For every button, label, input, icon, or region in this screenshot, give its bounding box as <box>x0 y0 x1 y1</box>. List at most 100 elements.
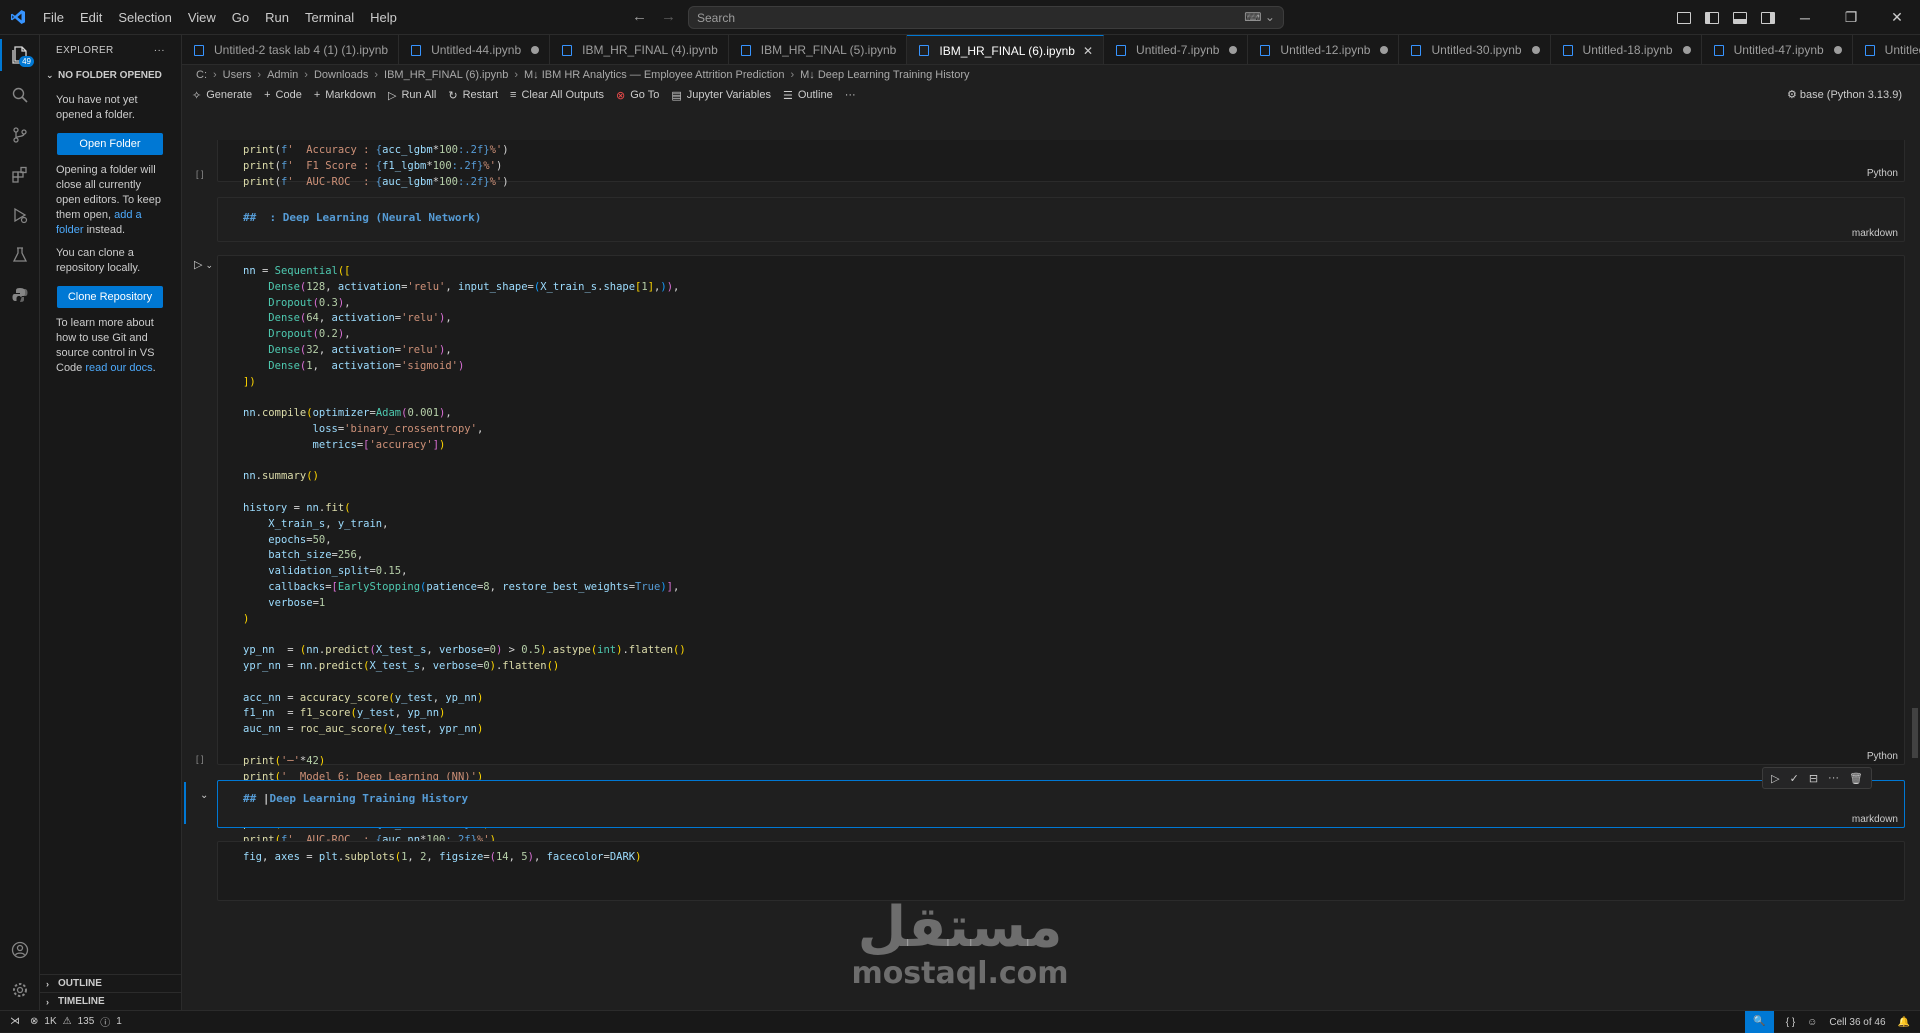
clone-repository-button[interactable]: Clone Repository <box>57 286 163 308</box>
read-docs-link[interactable]: read our docs <box>85 362 152 374</box>
copilot-chat-icon[interactable]: ⌨ ⌄ <box>1244 10 1275 24</box>
breadcrumb-item[interactable]: Admin <box>267 69 298 81</box>
tab-6[interactable]: Untitled-12.ipynb <box>1248 35 1400 64</box>
collapse-chevron-icon[interactable]: ⌄ <box>200 790 208 801</box>
tab-9[interactable]: Untitled-47.ipynb <box>1702 35 1853 64</box>
split-cell-icon[interactable]: ⊟ <box>1809 772 1818 785</box>
tab-0[interactable]: Untitled-2 task lab 4 (1) (1).ipynb <box>182 35 400 64</box>
unsaved-dot-icon[interactable] <box>1531 46 1540 54</box>
menu-edit[interactable]: Edit <box>72 0 110 35</box>
problems-indicator[interactable]: ⊗ 1K ⚠ 135 ⓘ 1 <box>30 1014 122 1029</box>
menu-view[interactable]: View <box>180 0 224 35</box>
watermark-arabic: مستقل <box>857 895 1063 960</box>
code-editor[interactable]: nn = Sequential([ Dense(128, activation=… <box>243 264 686 848</box>
kernel-picker[interactable]: ⚙ base (Python 3.13.9) <box>1787 88 1902 101</box>
close-tab-icon[interactable]: ✕ <box>1083 44 1093 58</box>
cell-language[interactable]: markdown <box>1852 228 1898 239</box>
close-window-button[interactable]: ✕ <box>1874 9 1920 26</box>
run-debug-icon[interactable] <box>0 195 40 235</box>
tab-7[interactable]: Untitled-30.ipynb <box>1399 35 1551 64</box>
menu-file[interactable]: File <box>35 0 72 35</box>
braces-icon[interactable]: { } <box>1786 1017 1795 1028</box>
unsaved-dot-icon[interactable] <box>1380 46 1389 54</box>
customize-layout-icon[interactable] <box>1677 11 1691 24</box>
tab-5[interactable]: Untitled-7.ipynb <box>1104 35 1249 64</box>
markdown-source[interactable]: ## |Deep Learning Training History <box>243 792 468 805</box>
menu-help[interactable]: Help <box>362 0 405 35</box>
tab-3[interactable]: IBM_HR_FINAL (5).ipynb <box>729 35 908 64</box>
code-cell[interactable]: fig, axes = plt.subplots(1, 2, figsize=(… <box>217 841 1905 901</box>
go-to-button[interactable]: ⊗ Go To <box>616 89 659 102</box>
account-icon[interactable] <box>0 930 40 970</box>
minimize-button[interactable]: ─ <box>1782 10 1828 26</box>
code-cell[interactable]: nn = Sequential([ Dense(128, activation=… <box>217 255 1905 846</box>
markdown-cell[interactable]: ## : Deep Learning (Neural Network) mark… <box>217 197 1905 242</box>
back-arrow-icon[interactable]: ← <box>632 8 647 25</box>
unsaved-dot-icon[interactable] <box>531 46 540 54</box>
tab-10[interactable]: Untitled-33.ipynb <box>1853 35 1920 64</box>
explorer-more-icon[interactable]: ··· <box>154 45 165 56</box>
check-icon[interactable]: ✓ <box>1790 772 1799 785</box>
breadcrumb-item[interactable]: Downloads <box>314 69 368 81</box>
tab-1[interactable]: Untitled-44.ipynb <box>399 35 551 64</box>
open-folder-button[interactable]: Open Folder <box>57 133 163 155</box>
menu-terminal[interactable]: Terminal <box>297 0 362 35</box>
remote-icon[interactable]: ⋊ <box>0 1016 30 1027</box>
copilot-icon[interactable]: ☺ <box>1807 1017 1817 1028</box>
more-actions-icon[interactable]: ··· <box>1828 772 1839 784</box>
add-markdown-button[interactable]: + Markdown <box>314 89 376 101</box>
source-control-icon[interactable] <box>0 115 40 155</box>
breadcrumb-item[interactable]: IBM_HR_FINAL (6).ipynb <box>384 69 508 81</box>
toggle-sidebar-icon[interactable] <box>1705 11 1719 24</box>
markdown-cell-editing[interactable]: ▷ ✓ ⊟ ··· 🗑 ## |Deep Learning Training H… <box>217 767 1905 828</box>
run-cell-icon[interactable]: ▷ ⌄ <box>194 258 213 271</box>
tab-4[interactable]: IBM_HR_FINAL (6).ipynb ✕ <box>907 35 1105 64</box>
search-icon[interactable] <box>0 75 40 115</box>
code-editor[interactable]: print(f' Accuracy : {acc_lgbm*100:.2f}%'… <box>243 143 509 190</box>
outline-button[interactable]: ☰ Outline <box>783 89 833 102</box>
cell-language[interactable]: markdown <box>1852 814 1898 825</box>
no-folder-section[interactable]: ⌄ NO FOLDER OPENED <box>40 65 181 85</box>
cell-indicator[interactable]: Cell 36 of 46 <box>1829 1017 1885 1028</box>
generate-button[interactable]: ✧ Generate <box>192 89 252 102</box>
timeline-section[interactable]: › TIMELINE <box>40 992 182 1010</box>
scrollbar-thumb[interactable] <box>1912 708 1918 758</box>
menu-selection[interactable]: Selection <box>110 0 179 35</box>
menu-run[interactable]: Run <box>257 0 297 35</box>
toolbar-more-button[interactable]: ··· <box>845 89 856 101</box>
forward-arrow-icon[interactable]: → <box>661 8 676 25</box>
toggle-secondary-sidebar-icon[interactable] <box>1761 11 1775 24</box>
add-code-button[interactable]: + Code <box>264 89 302 101</box>
outline-section[interactable]: › OUTLINE <box>40 974 182 992</box>
jupyter-variables-button[interactable]: ▤ Jupyter Variables <box>671 89 771 102</box>
breadcrumb-item[interactable]: M↓ IBM HR Analytics — Employee Attrition… <box>524 69 784 81</box>
run-cell-icon[interactable]: ▷ <box>1771 772 1779 785</box>
clear-outputs-button[interactable]: ≡ Clear All Outputs <box>510 89 604 101</box>
code-cell[interactable]: print(f' Accuracy : {acc_lgbm*100:.2f}%'… <box>217 140 1905 188</box>
breadcrumb-item[interactable]: C: <box>196 69 207 81</box>
search-input[interactable]: Search ⌨ ⌄ <box>688 6 1284 29</box>
menu-go[interactable]: Go <box>224 0 257 35</box>
toggle-panel-icon[interactable] <box>1733 11 1747 24</box>
run-all-button[interactable]: ▷ Run All <box>388 89 436 102</box>
cell-language[interactable]: Python <box>1867 168 1898 179</box>
extensions-icon[interactable] <box>0 155 40 195</box>
cell-language[interactable]: Python <box>1867 751 1898 762</box>
unsaved-dot-icon[interactable] <box>1229 46 1238 54</box>
notifications-bell-icon[interactable]: 🔔 <box>1898 1017 1910 1028</box>
breadcrumb-item[interactable]: M↓ Deep Learning Training History <box>800 69 969 81</box>
testing-icon[interactable] <box>0 235 40 275</box>
breadcrumb-item[interactable]: Users <box>223 69 252 81</box>
delete-cell-icon[interactable]: 🗑 <box>1849 772 1863 785</box>
unsaved-dot-icon[interactable] <box>1833 46 1842 54</box>
manage-gear-icon[interactable] <box>0 970 40 1010</box>
explorer-icon[interactable]: 49 <box>0 35 40 75</box>
restart-button[interactable]: ↻ Restart <box>448 89 498 102</box>
code-editor[interactable]: fig, axes = plt.subplots(1, 2, figsize=(… <box>243 850 641 866</box>
tab-2[interactable]: IBM_HR_FINAL (4).ipynb <box>550 35 729 64</box>
unsaved-dot-icon[interactable] <box>1682 46 1691 54</box>
zoom-icon[interactable]: 🔍 <box>1745 1011 1774 1033</box>
tab-8[interactable]: Untitled-18.ipynb <box>1551 35 1702 64</box>
python-icon[interactable] <box>0 275 40 315</box>
restore-button[interactable]: ❐ <box>1828 9 1874 26</box>
